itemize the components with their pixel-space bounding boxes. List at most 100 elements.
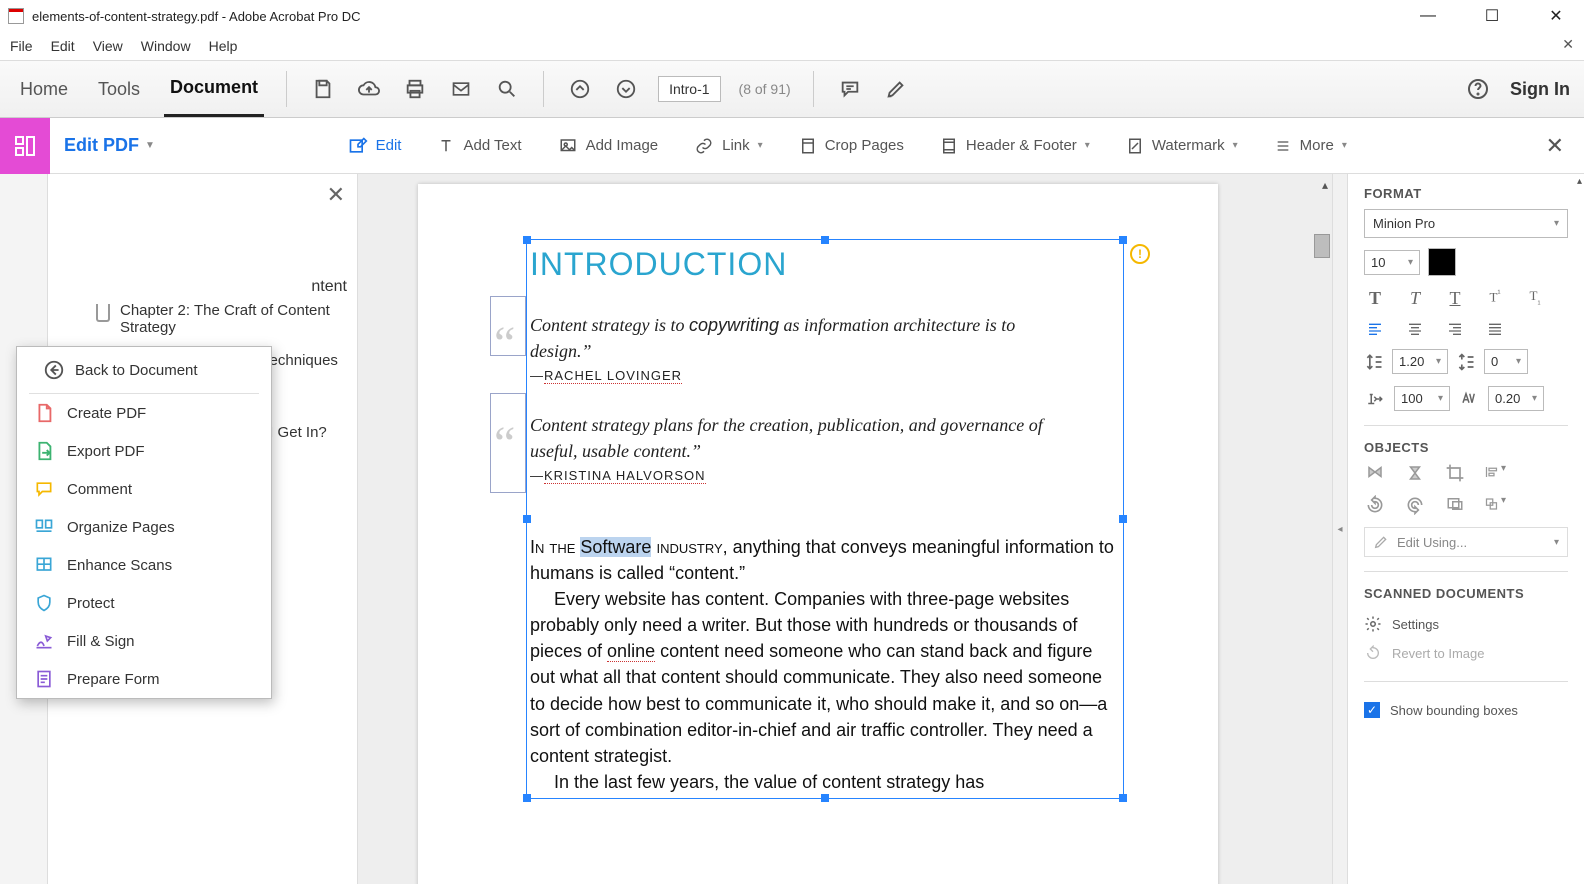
align-objects-icon[interactable]: ▾ xyxy=(1484,463,1506,483)
hscale-icon xyxy=(1364,390,1386,408)
protect-icon xyxy=(33,592,55,614)
tab-home[interactable]: Home xyxy=(14,63,74,116)
page-number-input[interactable]: Intro-1 xyxy=(658,76,720,102)
chevron-down-icon: ▾ xyxy=(1554,537,1559,548)
menu-file[interactable]: File xyxy=(10,38,33,54)
page-up-icon[interactable] xyxy=(566,75,594,103)
minimize-button[interactable]: — xyxy=(1408,2,1448,30)
doc-quote-2[interactable]: Content strategy plans for the creation,… xyxy=(530,412,1080,464)
crop-icon[interactable] xyxy=(1444,463,1466,483)
tab-tools[interactable]: Tools xyxy=(92,63,146,116)
settings-link[interactable]: Settings xyxy=(1364,609,1568,639)
help-icon[interactable] xyxy=(1464,75,1492,103)
maximize-button[interactable]: ☐ xyxy=(1472,2,1512,30)
font-family-select[interactable]: Minion Pro ▾ xyxy=(1364,209,1568,238)
panel-divider[interactable]: ◂ xyxy=(1332,174,1348,884)
more-tool[interactable]: More ▾ xyxy=(1260,137,1361,154)
scroll-up-icon[interactable]: ▴ xyxy=(1322,178,1328,192)
para-spacing-select[interactable]: 0▾ xyxy=(1484,349,1528,374)
doc-heading[interactable]: INTRODUCTION xyxy=(530,246,787,283)
text-color-swatch[interactable] xyxy=(1428,248,1456,276)
close-button[interactable]: ✕ xyxy=(1536,2,1576,30)
page-down-icon[interactable] xyxy=(612,75,640,103)
font-size-select[interactable]: 10▾ xyxy=(1364,250,1420,275)
tools-comment[interactable]: Comment xyxy=(17,470,271,508)
tools-export-pdf[interactable]: Export PDF xyxy=(17,432,271,470)
document-viewport[interactable]: ▴ ! INTRODUCTION “ “ xyxy=(358,174,1332,884)
menu-window[interactable]: Window xyxy=(141,38,191,54)
chevron-down-icon: ▾ xyxy=(1554,218,1559,229)
align-center-icon[interactable] xyxy=(1404,321,1426,337)
arrange-icon[interactable]: ▾ xyxy=(1484,495,1506,515)
tools-organize-pages[interactable]: Organize Pages xyxy=(17,508,271,546)
hscale-select[interactable]: 100▾ xyxy=(1394,386,1450,411)
tools-fill-sign[interactable]: Fill & Sign xyxy=(17,622,271,660)
edit-pdf-tile-icon[interactable] xyxy=(0,118,50,174)
search-icon[interactable] xyxy=(493,75,521,103)
add-text-tool[interactable]: Add Text xyxy=(423,137,535,155)
comment-bubble-icon[interactable] xyxy=(836,75,864,103)
tab-document[interactable]: Document xyxy=(164,61,264,117)
rotate-ccw-icon[interactable] xyxy=(1364,495,1386,515)
tools-protect[interactable]: Protect xyxy=(17,584,271,622)
add-image-tool[interactable]: Add Image xyxy=(544,137,673,155)
subscript-icon[interactable]: T₁ xyxy=(1524,288,1546,309)
close-edit-panel-icon[interactable]: ✕ xyxy=(1526,133,1584,159)
revert-to-image: Revert to Image xyxy=(1364,639,1568,667)
show-bounding-boxes-toggle[interactable]: ✓ Show bounding boxes xyxy=(1364,696,1568,724)
menu-help[interactable]: Help xyxy=(209,38,238,54)
align-justify-icon[interactable] xyxy=(1484,321,1506,337)
sign-in-link[interactable]: Sign In xyxy=(1510,79,1570,100)
tools-enhance-scans[interactable]: Enhance Scans xyxy=(17,546,271,584)
menu-edit[interactable]: Edit xyxy=(51,38,75,54)
bold-icon[interactable]: T xyxy=(1364,288,1386,309)
mail-icon[interactable] xyxy=(447,75,475,103)
save-icon[interactable] xyxy=(309,75,337,103)
flip-horizontal-icon[interactable] xyxy=(1364,463,1386,483)
rotate-cw-icon[interactable] xyxy=(1404,495,1426,515)
align-left-icon[interactable] xyxy=(1364,321,1386,337)
flip-vertical-icon[interactable] xyxy=(1404,463,1426,483)
menu-view[interactable]: View xyxy=(93,38,123,54)
link-tool[interactable]: Link ▾ xyxy=(680,137,777,155)
open-quote-icon: “ xyxy=(494,332,515,356)
bookmark-item[interactable]: Chapter 2: The Craft of Content Strategy xyxy=(96,294,357,344)
watermark-tool[interactable]: Watermark ▾ xyxy=(1112,136,1252,156)
italic-icon[interactable]: T xyxy=(1404,288,1426,309)
tools-prepare-form[interactable]: Prepare Form xyxy=(17,660,271,698)
chevron-down-icon: ▾ xyxy=(1233,140,1238,151)
scrollbar-thumb[interactable] xyxy=(1314,234,1330,258)
scroll-up-icon[interactable]: ▴ xyxy=(1577,176,1582,187)
edit-tool[interactable]: Edit xyxy=(334,136,416,156)
comment-icon xyxy=(33,478,55,500)
warning-badge-icon[interactable]: ! xyxy=(1130,244,1150,264)
doc-attr-1[interactable]: —RACHEL LOVINGER xyxy=(530,368,682,384)
align-right-icon[interactable] xyxy=(1444,321,1466,337)
checkbox-checked-icon: ✓ xyxy=(1364,702,1380,718)
enhance-scans-icon xyxy=(33,554,55,576)
underline-icon[interactable]: T xyxy=(1444,288,1466,309)
doc-quote-1[interactable]: Content strategy is to copywriting as in… xyxy=(530,312,1080,364)
cloud-upload-icon[interactable] xyxy=(355,75,383,103)
tools-create-pdf[interactable]: Create PDF xyxy=(17,394,271,432)
header-footer-tool[interactable]: Header & Footer ▾ xyxy=(926,136,1104,156)
page-count: (8 of 91) xyxy=(739,81,791,97)
print-icon[interactable] xyxy=(401,75,429,103)
char-spacing-select[interactable]: 0.20▾ xyxy=(1488,386,1544,411)
back-to-document[interactable]: Back to Document xyxy=(29,347,259,394)
collapse-panel-icon[interactable]: ✕ xyxy=(327,182,345,208)
pen-sign-icon[interactable] xyxy=(882,75,910,103)
edit-pdf-dropdown[interactable]: Edit PDF ▼ xyxy=(50,135,169,156)
edit-using-dropdown[interactable]: Edit Using... ▾ xyxy=(1364,527,1568,557)
superscript-icon[interactable]: T¹ xyxy=(1484,288,1506,309)
crop-pages-tool[interactable]: Crop Pages xyxy=(785,136,918,156)
doc-attr-2[interactable]: —KRISTINA HALVORSON xyxy=(530,468,706,484)
chevron-down-icon: ▾ xyxy=(758,140,763,151)
doc-body[interactable]: In the Software industry, anything that … xyxy=(530,534,1115,795)
objects-heading: OBJECTS xyxy=(1364,440,1568,455)
document-close-icon[interactable]: ✕ xyxy=(1562,36,1574,53)
line-spacing-select[interactable]: 1.20▾ xyxy=(1392,349,1448,374)
replace-image-icon[interactable] xyxy=(1444,495,1466,515)
pdf-page[interactable]: ! INTRODUCTION “ “ Content strategy is t… xyxy=(418,184,1218,884)
organize-pages-icon xyxy=(33,516,55,538)
